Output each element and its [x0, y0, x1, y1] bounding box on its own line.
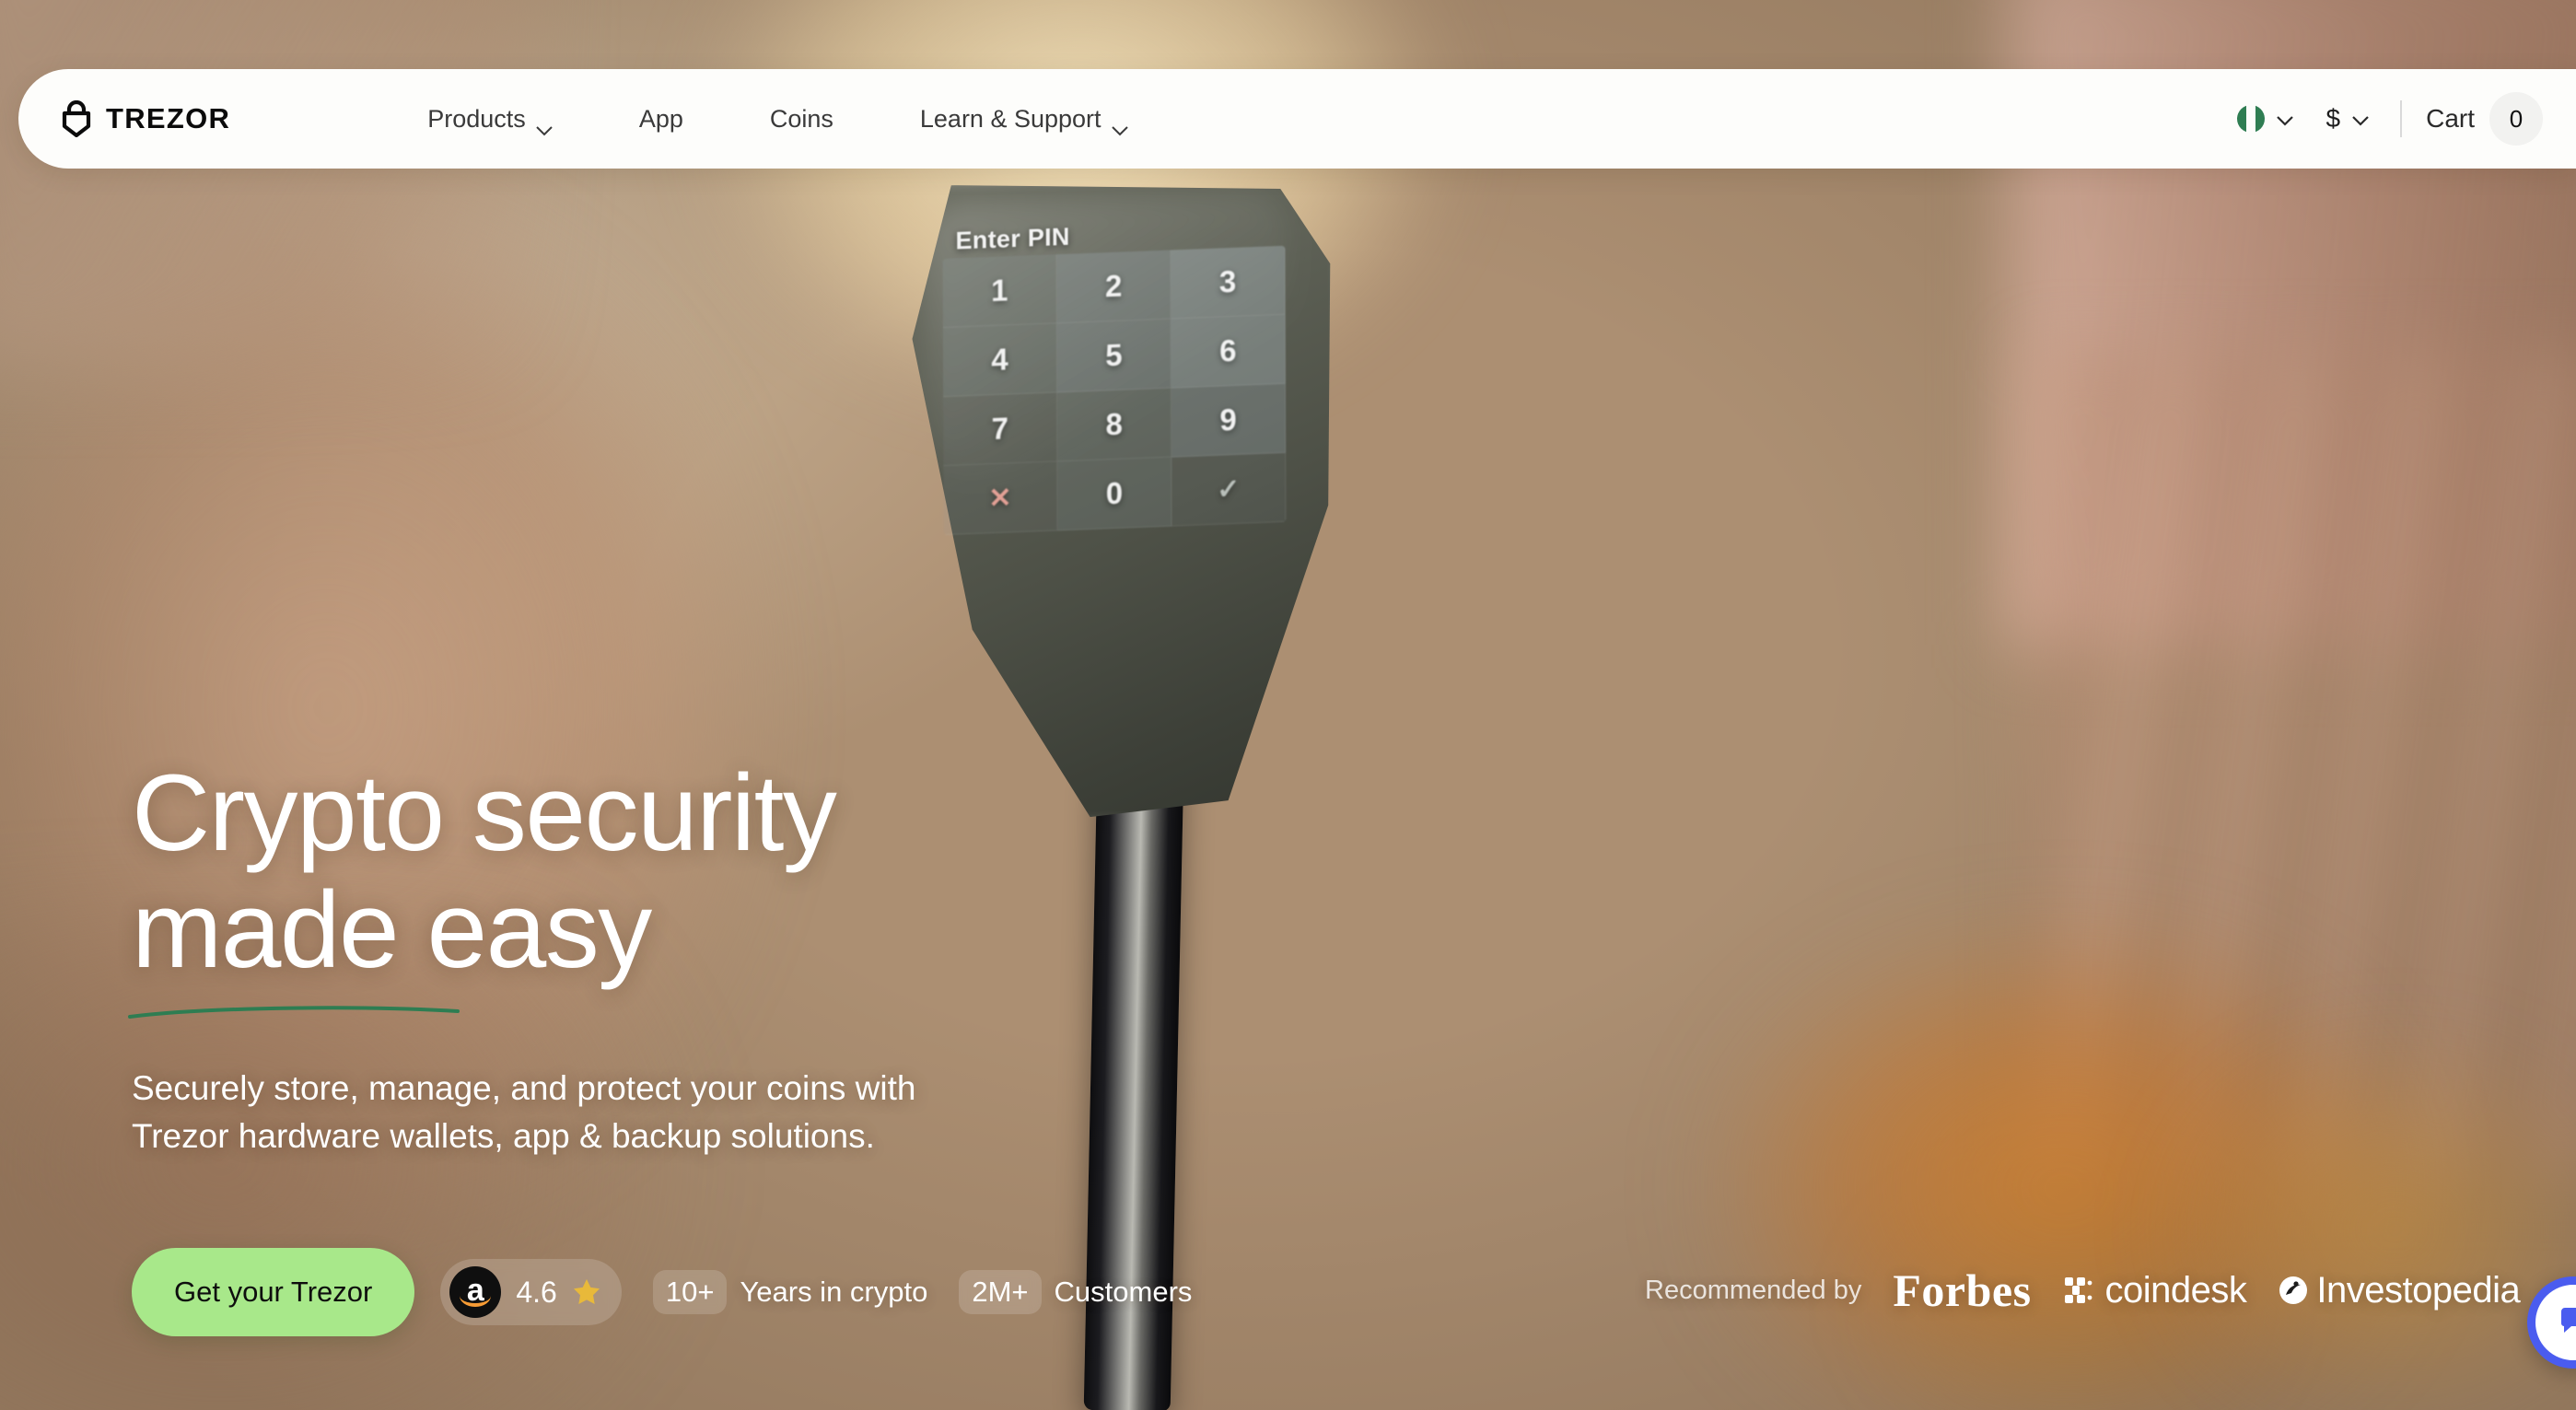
- pin-key: 2: [1056, 250, 1171, 324]
- nav-label: Coins: [769, 104, 833, 133]
- main-navigation: Products App Coins Learn & Support: [427, 104, 1128, 135]
- currency-symbol: $: [2325, 104, 2341, 133]
- padlock-icon: [61, 99, 92, 138]
- nav-label: Products: [427, 104, 526, 133]
- pin-key: 6: [1171, 314, 1286, 389]
- stat-customers: 2M+ Customers: [959, 1270, 1192, 1314]
- nigeria-flag-icon: [2236, 105, 2265, 133]
- headline-line-1: Crypto security: [132, 752, 837, 874]
- pin-key: 8: [1057, 388, 1172, 462]
- forbes-logo: Forbes: [1893, 1264, 2032, 1316]
- headline-underline-flourish: [128, 1003, 1237, 1024]
- header-utilities: $ Cart 0: [2220, 92, 2548, 146]
- pin-key: 4: [942, 323, 1058, 398]
- nav-label: App: [638, 104, 683, 133]
- investopedia-logo: Investopedia: [2278, 1269, 2521, 1311]
- rating-value: 4.6: [516, 1275, 557, 1309]
- amazon-rating-badge: a 4.6: [440, 1259, 622, 1325]
- nav-item-coins[interactable]: Coins: [770, 105, 833, 134]
- hero-cta-row: Get your Trezor a 4.6 10+ Years in crypt…: [132, 1248, 1192, 1336]
- nav-item-products[interactable]: Products: [427, 104, 553, 135]
- recommended-by-label: Recommended by: [1645, 1275, 1862, 1305]
- subtitle-line-2: Trezor hardware wallets, app & backup so…: [132, 1117, 875, 1156]
- chevron-down-icon: [1111, 114, 1128, 135]
- cart-label: Cart: [2426, 104, 2475, 133]
- hero-subtitle: Securely store, manage, and protect your…: [132, 1065, 1237, 1161]
- chevron-down-icon: [2352, 114, 2369, 126]
- trezor-logo[interactable]: TREZOR: [61, 99, 231, 138]
- pin-key: 5: [1056, 319, 1171, 393]
- stat-label: Customers: [1054, 1276, 1193, 1308]
- subtitle-line-1: Securely store, manage, and protect your…: [132, 1068, 916, 1107]
- pin-key: 7: [943, 392, 1058, 467]
- recommended-by-section: Recommended by Forbes coindesk Investope: [1645, 1264, 2521, 1317]
- hero-content: Crypto security made easy Securely store…: [128, 752, 1237, 1161]
- investopedia-wordmark: Investopedia: [2316, 1269, 2521, 1311]
- stat-label: Years in crypto: [740, 1276, 928, 1308]
- amazon-smile-arrow: [460, 1296, 492, 1307]
- coindesk-icon: [2063, 1275, 2094, 1306]
- stat-number: 2M+: [959, 1270, 1042, 1314]
- cart-button[interactable]: Cart 0: [2417, 92, 2548, 146]
- stat-years-in-crypto: 10+ Years in crypto: [652, 1270, 928, 1314]
- pin-key-confirm: ✓: [1171, 452, 1287, 527]
- nav-item-learn-support[interactable]: Learn & Support: [919, 104, 1128, 135]
- nav-item-app[interactable]: App: [639, 105, 683, 134]
- get-your-trezor-button[interactable]: Get your Trezor: [132, 1248, 415, 1336]
- pin-key-cancel: ✕: [943, 461, 1058, 536]
- pin-key: 9: [1171, 383, 1287, 458]
- chevron-down-icon: [2276, 114, 2293, 126]
- page-title: Crypto security made easy: [132, 752, 1237, 992]
- stat-number: 10+: [652, 1270, 728, 1314]
- pin-key: 1: [942, 254, 1057, 329]
- chat-bubble-icon: [2555, 1302, 2576, 1344]
- logo-wordmark: TREZOR: [106, 102, 231, 134]
- coindesk-wordmark: coindesk: [2104, 1269, 2247, 1311]
- device-pin-screen: Enter PIN 1 2 3 4 5 6 7 8 9 ✕ 0 ✓: [942, 223, 1287, 536]
- region-selector[interactable]: [2220, 105, 2310, 133]
- pin-keypad: 1 2 3 4 5 6 7 8 9 ✕ 0 ✓: [942, 245, 1287, 536]
- chevron-down-icon: [536, 114, 553, 135]
- star-icon: [572, 1277, 601, 1307]
- coindesk-logo: coindesk: [2063, 1270, 2247, 1311]
- pin-screen-title: Enter PIN: [955, 222, 1070, 255]
- site-header: TREZOR Products App Coins Learn & Suppor…: [18, 69, 2576, 169]
- currency-selector[interactable]: $: [2310, 104, 2386, 134]
- cart-count-badge: 0: [2489, 92, 2543, 146]
- header-divider: [2400, 100, 2403, 137]
- nav-label: Learn & Support: [919, 104, 1102, 133]
- amazon-icon: a: [449, 1266, 502, 1318]
- investopedia-icon: [2278, 1275, 2309, 1306]
- pin-key: 0: [1057, 457, 1172, 531]
- pin-key: 3: [1171, 245, 1286, 320]
- headline-line-2: made easy: [132, 869, 652, 992]
